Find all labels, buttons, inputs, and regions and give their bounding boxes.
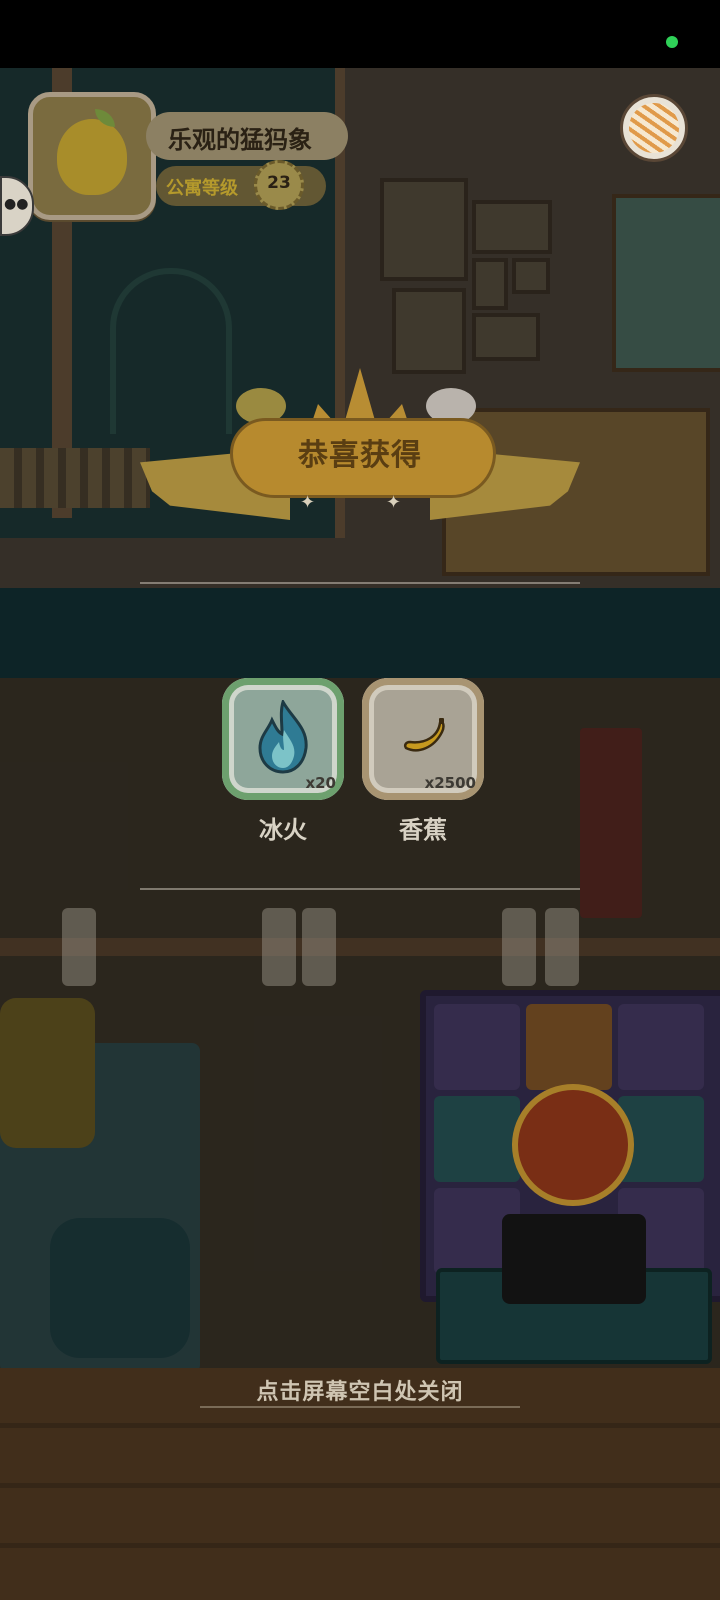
level-number: 23: [267, 173, 291, 193]
reward-title: 恭喜获得: [298, 438, 422, 473]
reward-item-ice-fire[interactable]: x20 冰火: [220, 678, 346, 845]
reward-name: 冰火: [259, 816, 307, 844]
yarn-ball-button[interactable]: [620, 94, 688, 162]
banana-icon: [403, 718, 445, 752]
sparkle-icon: ✦: [386, 492, 402, 513]
reward-name: 香蕉: [399, 816, 447, 844]
mango-character-icon: [57, 119, 127, 195]
status-indicator-dot: [666, 36, 678, 48]
reward-item-banana[interactable]: x2500 香蕉: [360, 678, 486, 845]
chat-bubble-icon: ●●: [4, 196, 29, 212]
level-badge: 23: [254, 160, 304, 210]
panel-top-divider: [140, 582, 580, 584]
player-profile-card[interactable]: 乐观的猛犸象 公寓等级 23: [28, 92, 348, 220]
status-bar: [0, 0, 720, 68]
blue-flame-icon: [258, 700, 308, 774]
close-hint-underline: [200, 1406, 520, 1408]
tap-to-close-hint: 点击屏幕空白处关闭: [256, 1380, 464, 1405]
reward-tile: x20: [222, 678, 344, 800]
avatar[interactable]: [28, 92, 156, 220]
sparkle-icon: ✦: [300, 492, 316, 513]
apartment-level-label: 公寓等级: [166, 178, 238, 199]
yarn-ball-icon: [629, 103, 679, 153]
reward-tile: x2500: [362, 678, 484, 800]
reward-quantity: x20: [305, 774, 336, 792]
reward-quantity: x2500: [424, 774, 476, 792]
panel-bottom-divider: [140, 888, 580, 890]
reward-banner: 恭喜获得 ✦ ✦: [140, 368, 580, 538]
player-name: 乐观的猛犸象: [168, 126, 312, 154]
